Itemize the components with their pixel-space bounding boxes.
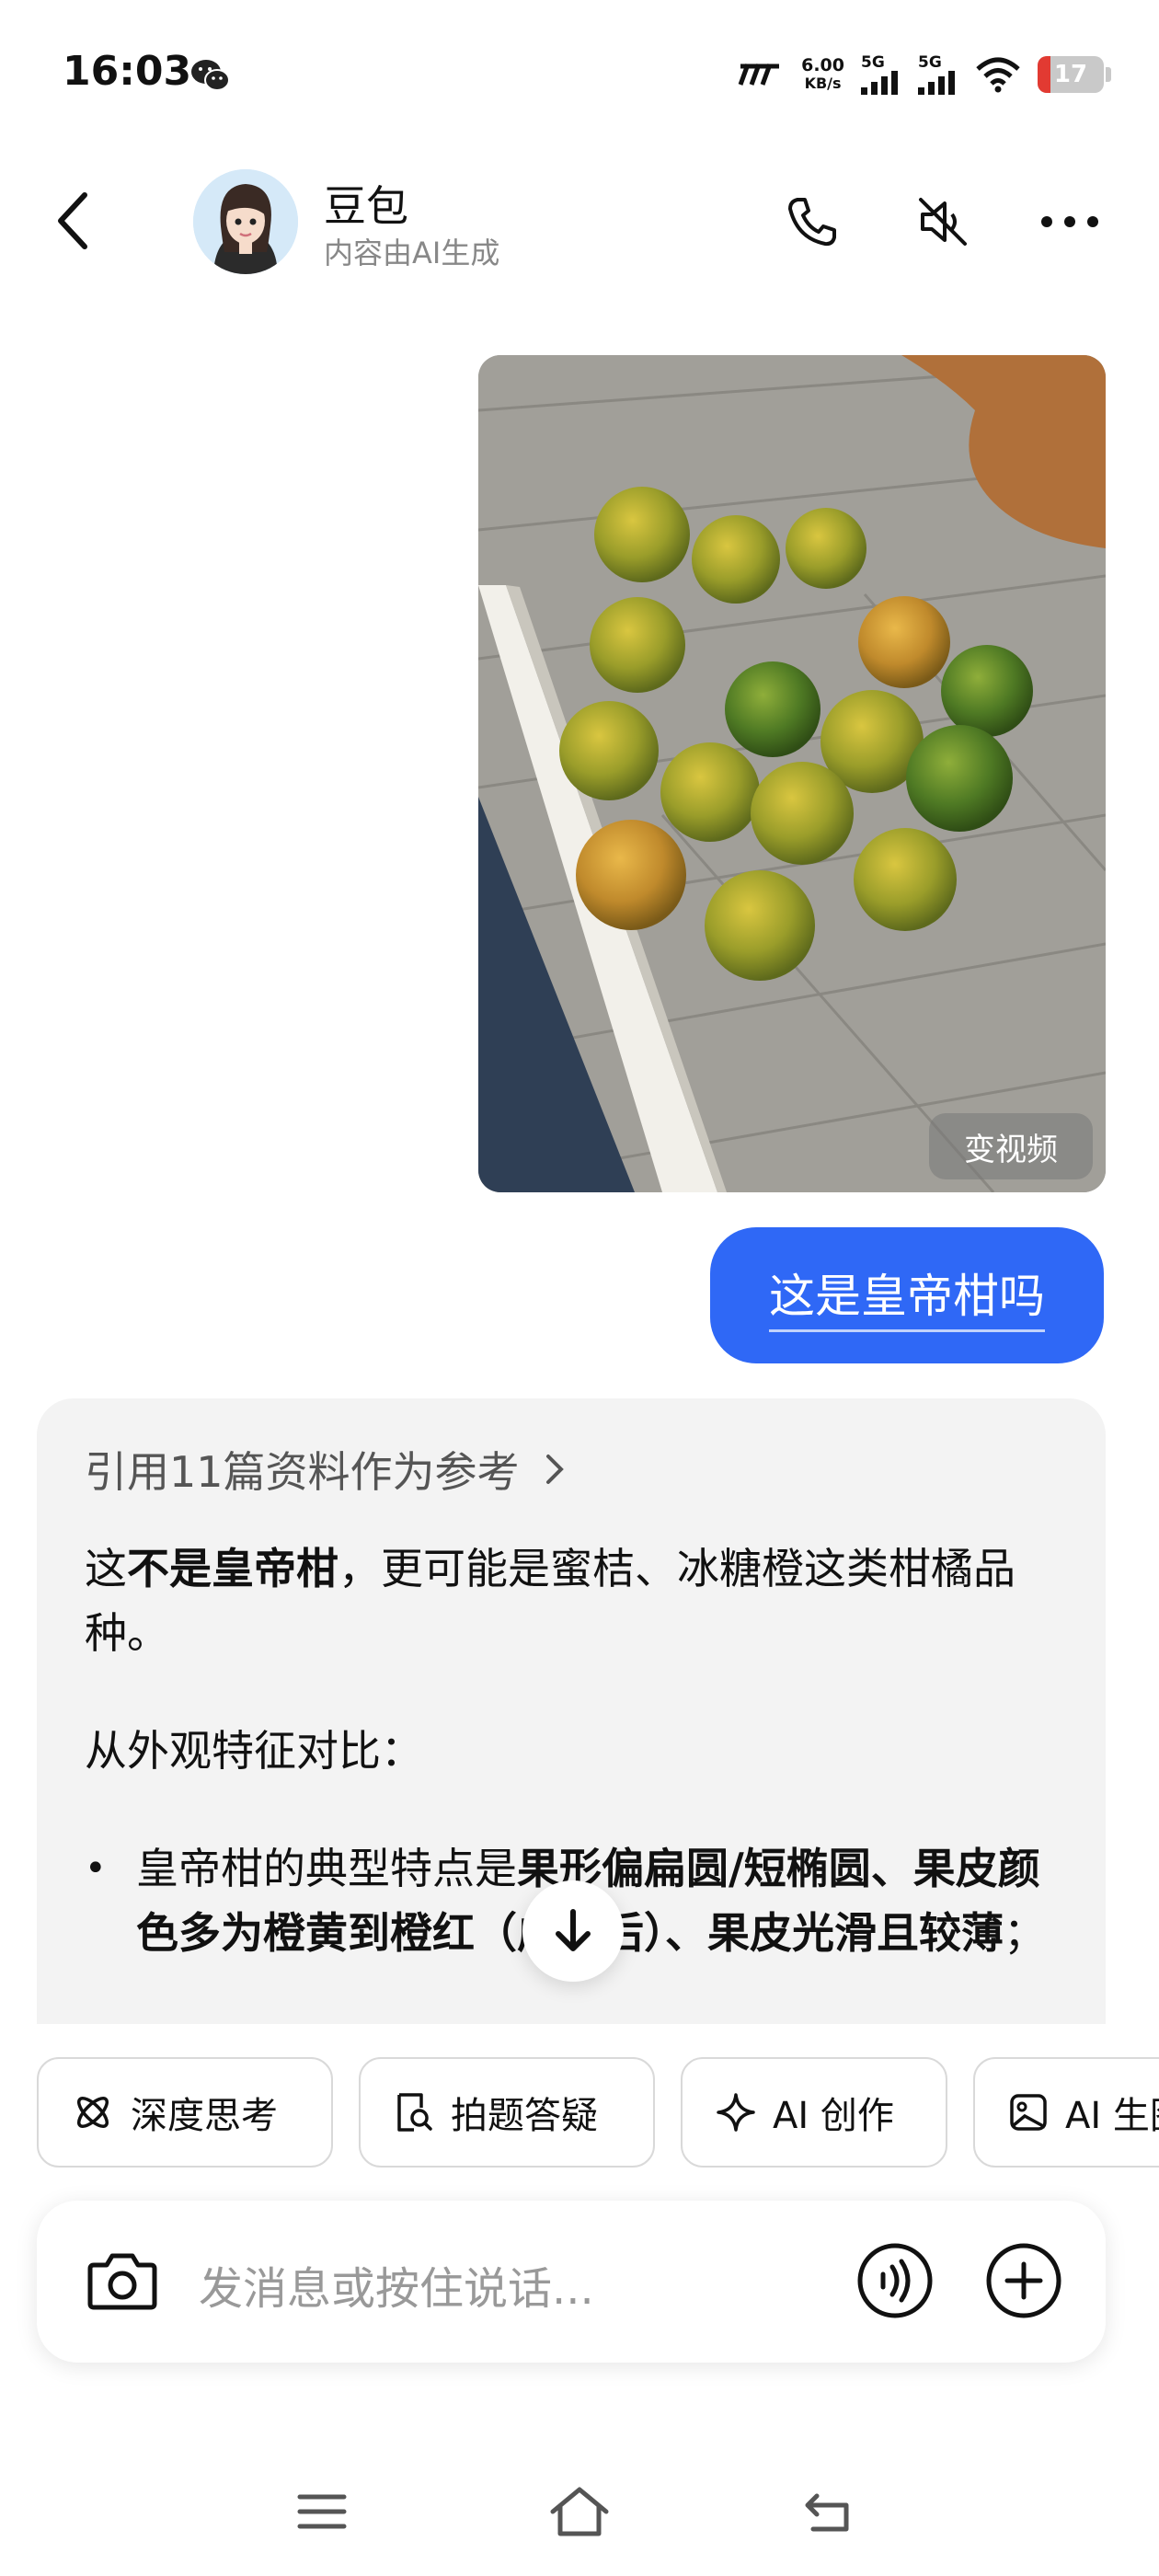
atom-icon — [77, 2097, 109, 2128]
chip-ai-image[interactable]: AI 生图 — [973, 2057, 1159, 2168]
scroll-to-bottom-button[interactable] — [522, 1880, 624, 1982]
signal-1-label: 5G — [861, 52, 885, 72]
bot-name: 豆包 — [324, 181, 408, 231]
chat-header: 豆包 内容由AI生成 — [0, 156, 1159, 294]
chip-label: 深度思考 — [131, 2095, 278, 2137]
net-speed-value: 6.00 — [801, 55, 844, 75]
battery-level: 17 — [1053, 61, 1088, 88]
ai-text-span: 这 — [85, 1544, 127, 1593]
voice-call-icon[interactable] — [855, 2241, 935, 2320]
back-nav-button[interactable] — [791, 2475, 865, 2548]
mute-button[interactable] — [911, 190, 975, 254]
message-input[interactable]: 发消息或按住说话... — [199, 2252, 594, 2317]
message-input-bar: 发消息或按住说话... — [37, 2201, 1106, 2363]
signal-1: 5G — [861, 52, 901, 95]
phone-button[interactable] — [780, 190, 844, 254]
status-bar: 16:03 6.00 KB/s 5G 5G 17 — [0, 0, 1159, 156]
user-message-text: 这是皇帝柑吗 — [769, 1259, 1045, 1332]
menu-nav-button[interactable] — [285, 2475, 359, 2548]
more-button[interactable] — [1038, 190, 1102, 254]
oranges-photo — [478, 355, 1106, 1192]
signal-icon — [861, 70, 898, 95]
ai-text-bold: 不是皇帝柑 — [127, 1544, 339, 1593]
document-search-icon — [397, 2093, 432, 2132]
quick-actions: 深度思考 拍题答疑 AI 创作 AI 生图 — [37, 2057, 1159, 2168]
status-icons: 6.00 KB/s 5G 5G 17 — [737, 52, 1111, 98]
chip-ai-create[interactable]: AI 创作 — [681, 2057, 947, 2168]
avatar[interactable] — [193, 169, 298, 274]
ai-text-span: 皇帝柑的典型特点是 — [136, 1844, 517, 1893]
home-icon — [550, 2487, 609, 2536]
signal-2-label: 5G — [918, 52, 942, 72]
wifi-icon — [976, 57, 1020, 93]
references-link[interactable]: 引用11篇资料作为参考 — [85, 1439, 566, 1500]
chat-screen: 16:03 6.00 KB/s 5G 5G 17 豆包 内容由AI生成 变视频 … — [0, 0, 1159, 2576]
camera-button[interactable] — [81, 2239, 164, 2322]
speed-brand-icon — [738, 63, 780, 86]
ai-generated-note: 内容由AI生成 — [324, 236, 500, 270]
more-icon — [1041, 216, 1098, 227]
signal-icon — [918, 70, 955, 95]
battery-icon: 17 — [1038, 56, 1111, 93]
chip-label: 拍题答疑 — [451, 2095, 598, 2137]
net-speed: 6.00 KB/s — [801, 56, 844, 93]
system-nav-bar — [0, 2447, 1159, 2576]
image-icon — [1010, 2094, 1047, 2131]
user-message-bubble[interactable]: 这是皇帝柑吗 — [710, 1227, 1104, 1363]
sparkle-icon — [717, 2093, 755, 2132]
ai-paragraph: 这不是皇帝柑，更可能是蜜桔、冰糖橙这类柑橘品种。 — [85, 1536, 1060, 1665]
net-speed-unit: KB/s — [804, 75, 842, 92]
chip-deep-thinking[interactable]: 深度思考 — [37, 2057, 333, 2168]
ai-paragraph: 从外观特征对比： — [85, 1726, 423, 1776]
mute-icon — [919, 198, 967, 246]
chip-label: AI 生图 — [1065, 2095, 1159, 2137]
convert-to-video-button[interactable]: 变视频 — [929, 1113, 1093, 1179]
back-icon[interactable] — [46, 184, 101, 258]
chip-photo-question[interactable]: 拍题答疑 — [359, 2057, 655, 2168]
camera-icon — [87, 2253, 157, 2310]
arrow-down-icon — [556, 1909, 591, 1951]
phone-icon — [788, 198, 836, 247]
signal-2: 5G — [918, 52, 958, 95]
references-label: 引用11篇资料作为参考 — [85, 1447, 520, 1497]
bullet-dot-icon: • — [85, 1847, 107, 1890]
chip-label: AI 创作 — [773, 2095, 894, 2137]
ai-text-span: ； — [1004, 1908, 1046, 1958]
image-message[interactable]: 变视频 — [478, 355, 1106, 1192]
plus-icon[interactable] — [984, 2241, 1063, 2320]
avatar-image — [193, 169, 298, 274]
home-nav-button[interactable] — [543, 2475, 616, 2548]
menu-icon — [297, 2494, 347, 2529]
wechat-icon — [191, 60, 230, 91]
back-nav-icon — [805, 2493, 849, 2532]
status-time: 16:03 — [63, 48, 192, 95]
chevron-right-icon — [545, 1455, 564, 1484]
